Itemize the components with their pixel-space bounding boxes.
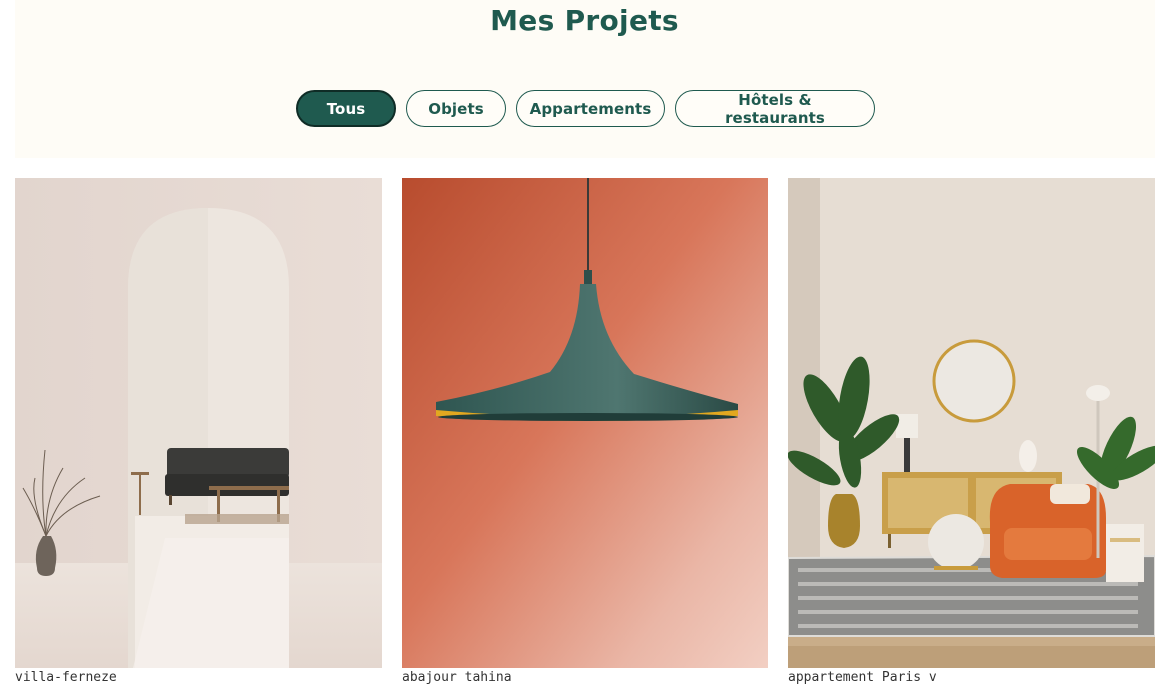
project-card-abajour-tahina[interactable]: abajour tahina xyxy=(402,178,768,685)
project-image-abajour-tahina[interactable] xyxy=(402,178,768,668)
project-image-appartement-paris-v[interactable] xyxy=(788,178,1155,668)
filter-objets-button[interactable]: Objets xyxy=(406,90,506,127)
project-caption[interactable]: villa-ferneze xyxy=(15,670,382,685)
filter-bar: Tous Objets Appartements Hôtels & restau… xyxy=(0,90,1169,127)
project-card-appartement-paris-v[interactable]: appartement Paris v xyxy=(788,178,1155,685)
page-title: Mes Projets xyxy=(490,4,679,37)
project-card-villa-ferneze[interactable]: villa-ferneze xyxy=(15,178,382,685)
project-caption[interactable]: abajour tahina xyxy=(402,670,768,685)
filter-hotels-restaurants-button[interactable]: Hôtels & restaurants xyxy=(675,90,875,127)
filter-appartements-button[interactable]: Appartements xyxy=(516,90,665,127)
project-caption[interactable]: appartement Paris v xyxy=(788,670,1155,685)
filter-tous-button[interactable]: Tous xyxy=(296,90,396,127)
project-image-villa-ferneze[interactable] xyxy=(15,178,382,668)
